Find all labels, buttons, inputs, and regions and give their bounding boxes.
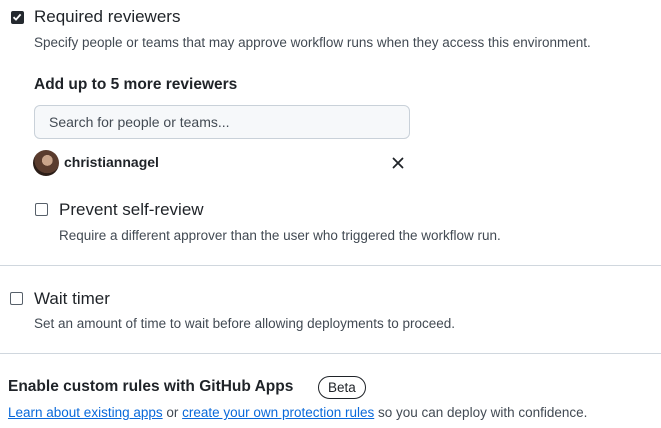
prevent-self-review-checkbox[interactable] <box>35 203 48 216</box>
remove-reviewer-close-icon[interactable] <box>390 155 406 171</box>
prevent-self-review-description: Require a different approver than the us… <box>59 228 501 243</box>
reviewer-search-input[interactable]: Search for people or teams... <box>34 105 410 139</box>
or-text: or <box>162 405 183 420</box>
required-reviewers-checkbox[interactable] <box>11 11 24 24</box>
add-reviewers-heading: Add up to 5 more reviewers <box>34 76 238 93</box>
learn-existing-apps-link[interactable]: Learn about existing apps <box>8 405 163 420</box>
wait-timer-label: Wait timer <box>34 289 110 308</box>
section-divider <box>0 353 661 354</box>
custom-rules-heading: Enable custom rules with GitHub Apps <box>8 378 294 395</box>
section-divider <box>0 265 661 266</box>
checkmark-icon <box>12 13 22 21</box>
custom-rules-text: Learn about existing apps or create your… <box>8 405 587 420</box>
prevent-self-review-label: Prevent self-review <box>59 200 204 219</box>
reviewer-username: christiannagel <box>64 154 159 170</box>
wait-timer-description: Set an amount of time to wait before all… <box>34 316 455 331</box>
required-reviewers-description: Specify people or teams that may approve… <box>34 35 591 50</box>
search-placeholder: Search for people or teams... <box>49 114 230 130</box>
reviewer-avatar <box>33 150 59 176</box>
create-protection-rules-link[interactable]: create your own protection rules <box>182 405 374 420</box>
beta-badge: Beta <box>318 376 366 399</box>
wait-timer-checkbox[interactable] <box>10 292 23 305</box>
required-reviewers-label: Required reviewers <box>34 7 181 26</box>
tail-text: so you can deploy with confidence. <box>374 405 588 420</box>
